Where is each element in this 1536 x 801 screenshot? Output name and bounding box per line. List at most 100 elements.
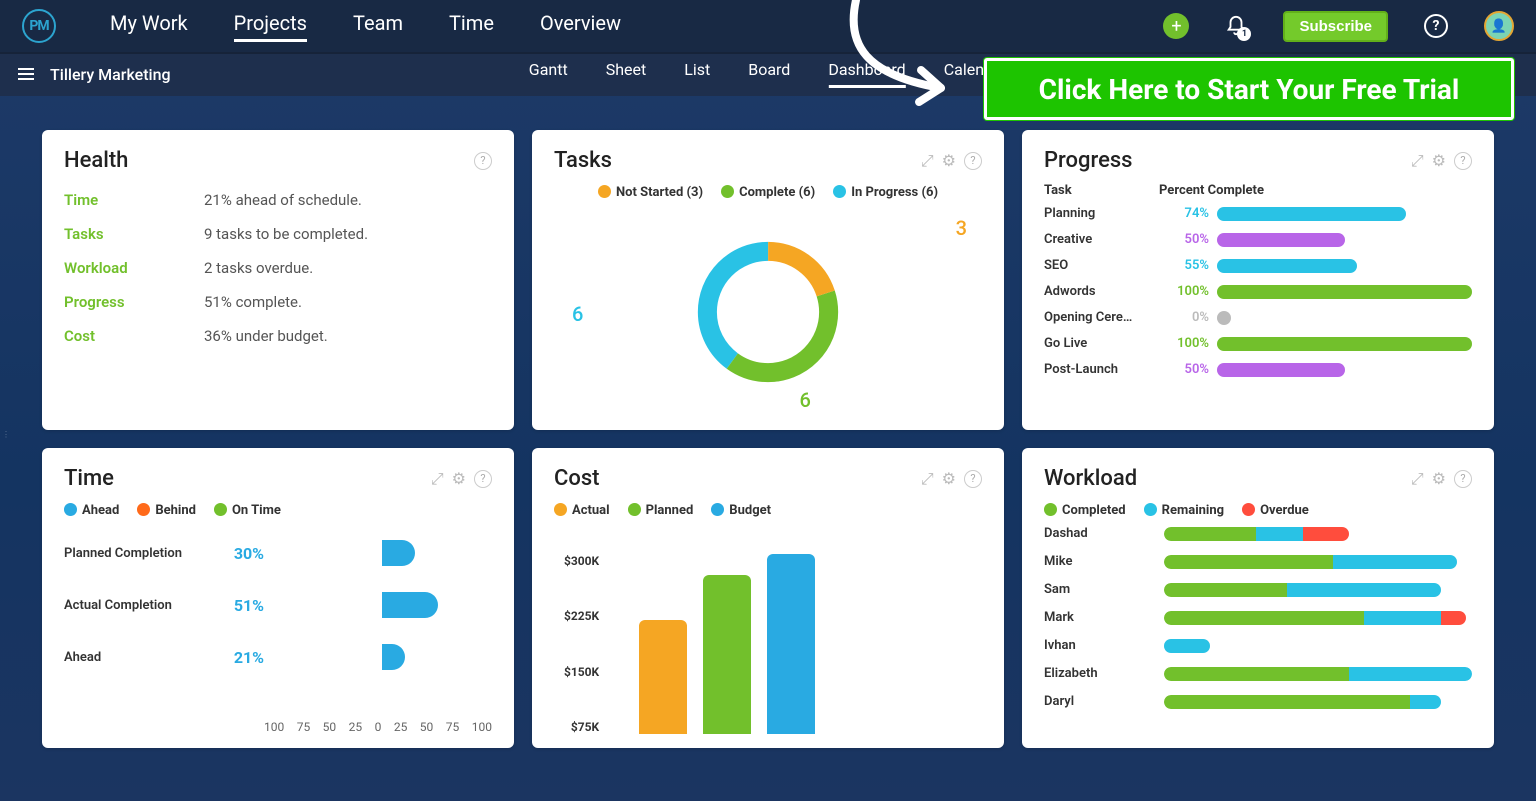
time-row-label: Actual Completion bbox=[64, 598, 204, 613]
card-help-icon[interactable]: ? bbox=[474, 152, 492, 170]
axis-tick: 50 bbox=[420, 720, 434, 734]
nav-tab-my-work[interactable]: My Work bbox=[110, 11, 188, 42]
progress-pct: 50% bbox=[1159, 232, 1209, 247]
y-axis-label: $225K bbox=[564, 609, 599, 623]
time-bar bbox=[382, 644, 405, 670]
workload-name: Ivhan bbox=[1044, 638, 1164, 653]
view-tab-sheet[interactable]: Sheet bbox=[606, 60, 647, 88]
progress-bar bbox=[1217, 207, 1472, 221]
add-button[interactable]: + bbox=[1163, 13, 1189, 39]
progress-row: Planning74% bbox=[1044, 206, 1472, 221]
view-tab-list[interactable]: List bbox=[684, 60, 710, 88]
axis-tick: 25 bbox=[394, 720, 408, 734]
card-health: Health ? Time21% ahead of schedule.Tasks… bbox=[42, 130, 514, 430]
help-icon[interactable]: ? bbox=[1424, 14, 1448, 38]
progress-bar bbox=[1217, 285, 1472, 299]
card-title: Cost bbox=[554, 466, 600, 491]
nav-tab-time[interactable]: Time bbox=[449, 11, 494, 42]
donut-label-inprogress: 6 bbox=[572, 302, 583, 326]
donut-label-complete: 6 bbox=[799, 388, 810, 412]
time-row-value: 21% bbox=[204, 648, 264, 667]
legend-item: Actual bbox=[554, 503, 610, 518]
progress-task-name: Planning bbox=[1044, 206, 1159, 221]
progress-bar bbox=[1217, 311, 1472, 325]
card-title: Progress bbox=[1044, 148, 1133, 173]
legend-item: Overdue bbox=[1242, 503, 1309, 518]
view-tab-board[interactable]: Board bbox=[748, 60, 790, 88]
notifications-badge: 1 bbox=[1237, 27, 1251, 41]
card-title: Tasks bbox=[554, 148, 612, 173]
progress-task-name: Opening Cere… bbox=[1044, 310, 1159, 325]
card-title: Health bbox=[64, 148, 128, 173]
gear-icon[interactable]: ⚙ bbox=[942, 151, 956, 170]
health-row: Tasks9 tasks to be completed. bbox=[64, 217, 492, 251]
legend-item: Not Started (3) bbox=[598, 185, 703, 200]
legend-item: In Progress (6) bbox=[833, 185, 938, 200]
health-row: Time21% ahead of schedule. bbox=[64, 183, 492, 217]
view-tab-dashboard[interactable]: Dashboard bbox=[828, 60, 905, 88]
y-axis-label: $150K bbox=[564, 665, 599, 679]
progress-row: Go Live100% bbox=[1044, 336, 1472, 351]
tasks-donut-chart: 3 6 6 bbox=[554, 208, 982, 416]
drag-handle-icon[interactable]: ⋮ bbox=[2, 430, 11, 439]
card-help-icon[interactable]: ? bbox=[1454, 152, 1472, 170]
nav-tab-team[interactable]: Team bbox=[353, 11, 403, 42]
card-help-icon[interactable]: ? bbox=[474, 470, 492, 488]
progress-task-name: Go Live bbox=[1044, 336, 1159, 351]
avatar[interactable]: 👤 bbox=[1484, 11, 1514, 41]
workload-bar bbox=[1164, 639, 1472, 653]
cost-chart: $300K$225K$150K$75K bbox=[554, 526, 982, 734]
workload-bar bbox=[1164, 667, 1472, 681]
gear-icon[interactable]: ⚙ bbox=[1432, 151, 1446, 170]
progress-bar bbox=[1217, 363, 1472, 377]
progress-task-name: SEO bbox=[1044, 258, 1159, 273]
time-row: Ahead21% bbox=[64, 644, 492, 670]
gear-icon[interactable]: ⚙ bbox=[942, 469, 956, 488]
cost-bar bbox=[703, 575, 751, 734]
card-workload: Workload ⤢ ⚙ ? CompletedRemainingOverdue… bbox=[1022, 448, 1494, 748]
workload-name: Daryl bbox=[1044, 694, 1164, 709]
dashboard-grid: Health ? Time21% ahead of schedule.Tasks… bbox=[42, 130, 1494, 748]
time-row-label: Planned Completion bbox=[64, 546, 204, 561]
axis-tick: 100 bbox=[264, 720, 284, 734]
time-bar bbox=[382, 540, 415, 566]
card-help-icon[interactable]: ? bbox=[964, 152, 982, 170]
time-row: Planned Completion30% bbox=[64, 540, 492, 566]
nav-tab-projects[interactable]: Projects bbox=[234, 11, 307, 42]
health-row-value: 21% ahead of schedule. bbox=[204, 191, 362, 209]
menu-icon[interactable] bbox=[18, 68, 34, 80]
cost-bar bbox=[639, 620, 687, 734]
progress-bar bbox=[1217, 337, 1472, 351]
progress-row: Opening Cere…0% bbox=[1044, 310, 1472, 325]
expand-icon[interactable]: ⤢ bbox=[1411, 469, 1424, 489]
cta-free-trial[interactable]: Click Here to Start Your Free Trial bbox=[984, 58, 1514, 120]
card-title: Workload bbox=[1044, 466, 1137, 491]
expand-icon[interactable]: ⤢ bbox=[921, 151, 934, 171]
card-help-icon[interactable]: ? bbox=[964, 470, 982, 488]
progress-bar bbox=[1217, 259, 1472, 273]
card-help-icon[interactable]: ? bbox=[1454, 470, 1472, 488]
expand-icon[interactable]: ⤢ bbox=[431, 469, 444, 489]
logo[interactable]: PM bbox=[22, 9, 56, 43]
health-row: Progress51% complete. bbox=[64, 285, 492, 319]
expand-icon[interactable]: ⤢ bbox=[921, 469, 934, 489]
legend-item: On Time bbox=[214, 503, 281, 518]
health-row-label: Workload bbox=[64, 259, 204, 277]
workload-row: Dashad bbox=[1044, 526, 1472, 541]
workload-bar bbox=[1164, 527, 1472, 541]
expand-icon[interactable]: ⤢ bbox=[1411, 151, 1424, 171]
card-cost: Cost ⤢ ⚙ ? ActualPlannedBudget $300K$225… bbox=[532, 448, 1004, 748]
nav-tab-overview[interactable]: Overview bbox=[540, 11, 621, 42]
health-row-label: Time bbox=[64, 191, 204, 209]
view-tab-gantt[interactable]: Gantt bbox=[529, 60, 568, 88]
gear-icon[interactable]: ⚙ bbox=[1432, 469, 1446, 488]
gear-icon[interactable]: ⚙ bbox=[452, 469, 466, 488]
notifications-icon[interactable]: 1 bbox=[1225, 15, 1247, 37]
axis-tick: 75 bbox=[297, 720, 311, 734]
subscribe-button[interactable]: Subscribe bbox=[1283, 11, 1388, 42]
card-title: Time bbox=[64, 466, 114, 491]
card-time: Time ⤢ ⚙ ? AheadBehindOn Time Planned Co… bbox=[42, 448, 514, 748]
legend-item: Budget bbox=[711, 503, 771, 518]
time-row: Actual Completion51% bbox=[64, 592, 492, 618]
progress-bar bbox=[1217, 233, 1472, 247]
